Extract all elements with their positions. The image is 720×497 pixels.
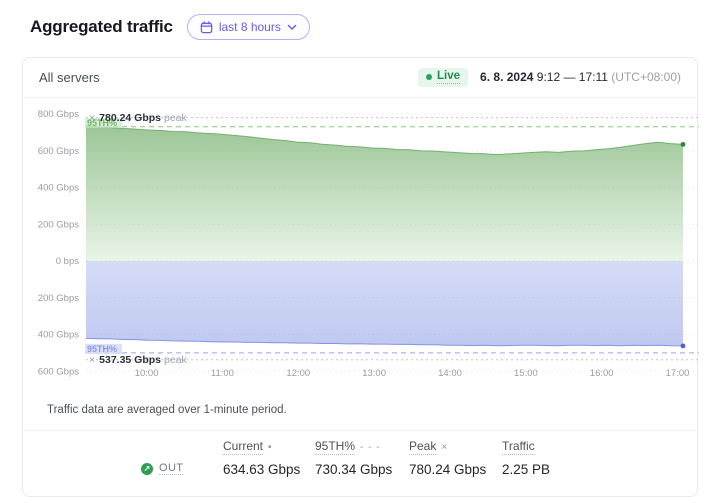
stat-95th-header[interactable]: 95TH% - - - bbox=[315, 439, 392, 455]
x-tick-label: 14:00 bbox=[438, 368, 462, 379]
page-title: Aggregated traffic bbox=[30, 17, 173, 37]
out-arrow-icon: ↗ bbox=[141, 463, 153, 475]
y-tick-label: 600 Gbps bbox=[38, 146, 79, 157]
chart-footnote: Traffic data are averaged over 1-minute … bbox=[23, 392, 697, 430]
y-tick-label: 400 Gbps bbox=[38, 330, 79, 341]
x-tick-label: 10:00 bbox=[135, 368, 159, 379]
y-tick-label: 800 Gbps bbox=[38, 109, 79, 120]
y-tick-label: 0 bps bbox=[56, 256, 79, 267]
x-tick-label: 13:00 bbox=[362, 368, 386, 379]
dashed-line-marker-icon: - - - bbox=[360, 442, 381, 453]
live-badge-label: Live bbox=[437, 70, 460, 85]
stat-95th: 95TH% - - - 730.34 Gbps bbox=[315, 439, 392, 477]
x-tick-label: 17:00 bbox=[666, 368, 690, 379]
chevron-down-icon bbox=[287, 24, 297, 31]
date-range-times: 9:12 — 17:11 bbox=[537, 70, 608, 84]
stats-row: ↗ OUT Current • 634.63 Gbps 95TH% - - - … bbox=[23, 431, 697, 491]
out-row-label: OUT bbox=[159, 462, 183, 475]
x-tick-label: 12:00 bbox=[286, 368, 310, 379]
stat-traffic-label: Traffic bbox=[502, 439, 535, 455]
svg-text:×780.24 Gbpspeak: ×780.24 Gbpspeak bbox=[89, 112, 188, 124]
in-current-dot bbox=[681, 343, 686, 348]
stat-current-value: 634.63 Gbps bbox=[223, 462, 300, 477]
time-range-label: last 8 hours bbox=[219, 20, 281, 34]
stat-traffic: Traffic 2.25 PB bbox=[502, 439, 550, 477]
in-area bbox=[86, 261, 683, 346]
card-header: All servers Live 6. 8. 2024 9:12 — 17:11… bbox=[23, 58, 697, 98]
stat-95th-value: 730.34 Gbps bbox=[315, 462, 392, 477]
x-tick-label: 11:00 bbox=[211, 368, 234, 379]
stat-peak-label: Peak bbox=[409, 439, 436, 455]
out-peak-annotation: ×780.24 Gbpspeak bbox=[89, 112, 188, 124]
stat-95th-label: 95TH% bbox=[315, 439, 355, 455]
out-area bbox=[86, 126, 683, 261]
current-marker-icon: • bbox=[268, 442, 273, 453]
live-badge[interactable]: Live bbox=[418, 68, 468, 88]
y-tick-label: 200 Gbps bbox=[38, 293, 79, 304]
time-range-dropdown[interactable]: last 8 hours bbox=[187, 14, 310, 40]
out-current-dot bbox=[681, 142, 686, 147]
traffic-chart[interactable]: 800 Gbps 600 Gbps 400 Gbps 200 Gbps 0 bps 200… bbox=[23, 100, 699, 392]
stat-peak-value: 780.24 Gbps bbox=[409, 462, 486, 477]
y-tick-label: 400 Gbps bbox=[38, 183, 79, 194]
stat-traffic-value: 2.25 PB bbox=[502, 462, 550, 477]
date-range: 6. 8. 2024 9:12 — 17:11 (UTC+08:00) bbox=[480, 70, 681, 84]
page-header: Aggregated traffic last 8 hours bbox=[0, 0, 720, 40]
live-dot-icon bbox=[426, 74, 432, 80]
x-tick-label: 16:00 bbox=[590, 368, 614, 379]
traffic-card: All servers Live 6. 8. 2024 9:12 — 17:11… bbox=[22, 57, 698, 497]
y-tick-label: 200 Gbps bbox=[38, 220, 79, 231]
in-peak-annotation: ×537.35 Gbpspeak bbox=[89, 354, 188, 366]
stats-series-out[interactable]: ↗ OUT bbox=[141, 462, 183, 475]
date-range-timezone: (UTC+08:00) bbox=[611, 70, 681, 84]
svg-text:×537.35 Gbpspeak: ×537.35 Gbpspeak bbox=[89, 354, 188, 366]
peak-x-marker-icon: × bbox=[441, 442, 448, 453]
stat-traffic-header[interactable]: Traffic bbox=[502, 439, 550, 455]
server-scope-label: All servers bbox=[39, 70, 100, 85]
stat-peak: Peak × 780.24 Gbps bbox=[409, 439, 486, 477]
x-tick-label: 15:00 bbox=[514, 368, 538, 379]
y-tick-label: 600 Gbps bbox=[38, 367, 79, 378]
in-95th-label: 95TH% bbox=[87, 344, 117, 354]
stat-current: Current • 634.63 Gbps bbox=[223, 439, 300, 477]
stat-current-label: Current bbox=[223, 439, 263, 455]
stat-peak-header[interactable]: Peak × bbox=[409, 439, 486, 455]
stat-current-header[interactable]: Current • bbox=[223, 439, 300, 455]
date-range-date: 6. 8. 2024 bbox=[480, 70, 533, 84]
calendar-icon bbox=[200, 21, 213, 34]
